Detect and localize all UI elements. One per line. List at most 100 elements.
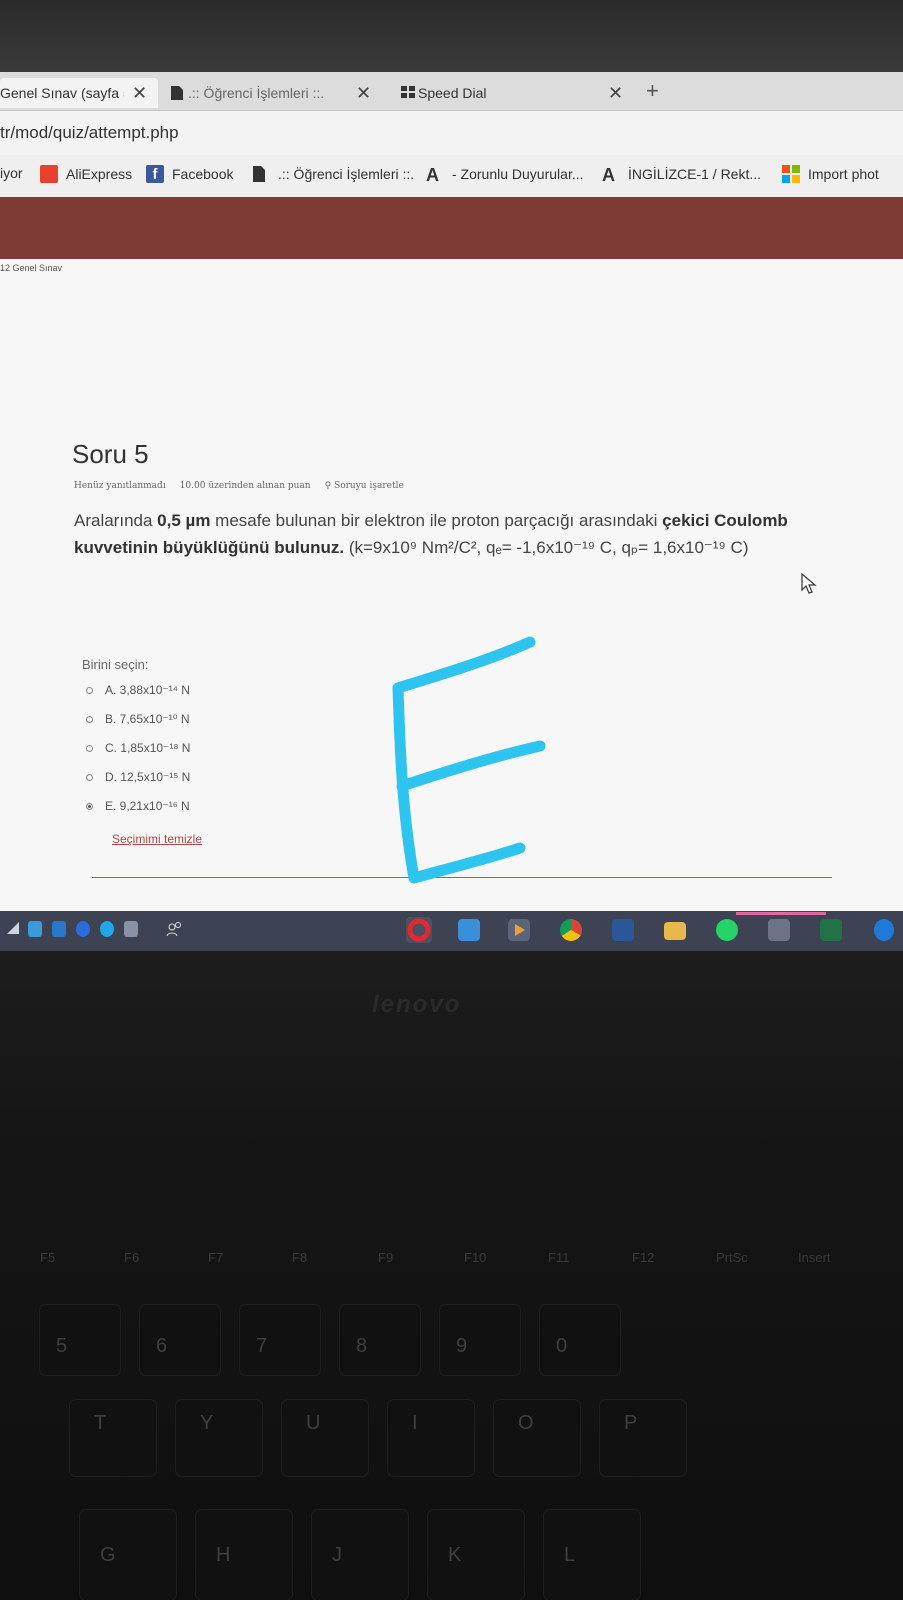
key-f6: F6 — [124, 1250, 140, 1265]
excel-icon[interactable] — [820, 919, 842, 941]
key-f12: F12 — [632, 1250, 655, 1265]
chrome-icon[interactable] — [560, 919, 582, 941]
key-prtsc: PrtSc — [716, 1250, 748, 1265]
url-text: tr/mod/quiz/attempt.php — [0, 123, 179, 142]
question-text: Aralarında 0,5 µm mesafe bulunan bir ele… — [74, 507, 844, 561]
option-b[interactable]: B. 7,65x10⁻¹⁰ N — [86, 712, 190, 726]
brand-logo: lenovo — [372, 991, 462, 1018]
bookmark-label: iyor — [0, 165, 23, 181]
opera-icon[interactable] — [406, 917, 432, 943]
bookmark-aliexpress[interactable]: AliExpress — [40, 165, 132, 183]
font-a-icon: A — [426, 165, 439, 185]
word-icon[interactable] — [612, 919, 634, 941]
folder-icon[interactable] — [664, 922, 686, 940]
media-icon[interactable] — [508, 919, 530, 941]
radio-button[interactable] — [86, 715, 93, 723]
key-k: K — [428, 1510, 524, 1600]
app-icon[interactable] — [124, 921, 138, 937]
close-icon[interactable]: ✕ — [608, 83, 623, 104]
bookmark-import[interactable]: Import phot — [782, 165, 879, 183]
bookmark-label: AliExpress — [66, 166, 133, 182]
clear-choice-link[interactable]: Seçimimi temizle — [112, 832, 202, 846]
edge-icon[interactable] — [874, 919, 894, 941]
document-icon — [252, 165, 270, 183]
whatsapp-icon[interactable] — [716, 919, 738, 941]
tab-student[interactable]: .:: Öğrenci İşlemleri ::. ✕ — [170, 78, 392, 108]
option-a[interactable]: A. 3,88x10⁻¹⁴ N — [86, 683, 190, 697]
tab-quiz[interactable]: Genel Sınav (sayfa 5 ✕ — [0, 78, 158, 108]
option-label: C. 1,85x10⁻¹⁸ N — [105, 741, 191, 755]
facebook-icon: f — [146, 165, 164, 183]
option-label: A. 3,88x10⁻¹⁴ N — [105, 683, 190, 697]
bookmark-student[interactable]: .:: Öğrenci İşlemleri ::. — [252, 165, 414, 183]
font-a-icon: A — [602, 165, 615, 185]
key-h: H — [196, 1510, 292, 1600]
mouse-cursor-icon — [801, 572, 817, 594]
key-f9: F9 — [378, 1250, 394, 1265]
bookmarks-bar: iyor AliExpress f Facebook .:: Öğrenci İ… — [0, 155, 903, 198]
app-icon[interactable] — [52, 921, 66, 937]
tab-label: Speed Dial — [418, 85, 487, 101]
option-label: E. 9,21x10⁻¹⁶ N — [105, 799, 190, 813]
option-c[interactable]: C. 1,85x10⁻¹⁸ N — [86, 741, 190, 755]
screen-bezel — [0, 0, 903, 72]
radio-button[interactable] — [86, 744, 93, 752]
bookmark-duyurular[interactable]: A - Zorunlu Duyurular... — [426, 165, 584, 185]
key-f10: F10 — [464, 1250, 487, 1265]
site-header — [0, 197, 903, 259]
key-f5: F5 — [40, 1250, 56, 1265]
app-icon[interactable] — [28, 921, 42, 937]
close-icon[interactable]: ✕ — [356, 83, 371, 104]
radio-button-selected[interactable] — [86, 802, 93, 810]
key-p: P — [600, 1400, 686, 1476]
bookmark-ingilizce[interactable]: A İNGİLİZCE-1 / Rekt... — [602, 165, 762, 185]
bookmark-facebook[interactable]: f Facebook — [146, 165, 233, 183]
key-9: 9 — [440, 1305, 520, 1375]
handwritten-e-annotation — [392, 636, 546, 884]
people-icon[interactable] — [166, 921, 181, 937]
radio-button[interactable] — [86, 686, 93, 694]
wps-icon[interactable] — [458, 919, 480, 941]
key-l: L — [544, 1510, 640, 1600]
choose-label: Birini seçin: — [82, 657, 149, 672]
radio-button[interactable] — [86, 773, 93, 781]
option-d[interactable]: D. 12,5x10⁻¹⁵ N — [86, 770, 190, 784]
tab-speed-dial[interactable]: Speed Dial ✕ — [400, 78, 638, 108]
address-bar[interactable]: tr/mod/quiz/attempt.php — [0, 111, 903, 155]
question-status: Henüz yanıtlanmadı — [74, 481, 166, 491]
key-insert: Insert — [798, 1250, 831, 1265]
option-label: D. 12,5x10⁻¹⁵ N — [105, 770, 191, 784]
store-icon[interactable] — [768, 919, 790, 941]
key-j: J — [312, 1510, 408, 1600]
flag-label: Soruyu işaretle — [334, 481, 404, 491]
bookmark-item[interactable]: iyor — [0, 165, 23, 181]
flag-question-link[interactable]: ⚲ Soruyu işaretle — [325, 481, 404, 491]
flag-icon: ⚲ — [324, 481, 335, 491]
question-title: Soru 5 — [72, 439, 149, 469]
new-tab-button[interactable]: + — [646, 78, 659, 104]
question-points: 10.00 üzerinden alınan puan — [179, 481, 311, 491]
wifi-icon[interactable] — [6, 921, 20, 937]
key-f7: F7 — [208, 1250, 224, 1265]
key-6: 6 — [140, 1305, 220, 1375]
breadcrumb[interactable]: 12 Genel Sınav — [0, 263, 62, 273]
bookmark-label: Import phot — [808, 166, 879, 182]
question-meta: Henüz yanıtlanmadı 10.00 üzerinden alına… — [74, 481, 404, 491]
close-icon[interactable]: ✕ — [132, 83, 147, 104]
key-g: G — [80, 1510, 176, 1600]
bluetooth-icon[interactable] — [76, 921, 90, 937]
question-constants: (k=9x10⁹ Nm²/C², qₑ= -1,6x10⁻¹⁹ C, qₚ= 1… — [344, 538, 749, 557]
option-e[interactable]: E. 9,21x10⁻¹⁶ N — [86, 799, 190, 813]
option-label: B. 7,65x10⁻¹⁰ N — [105, 712, 190, 726]
tab-label: Genel Sınav (sayfa 5 — [0, 85, 124, 101]
document-icon — [170, 85, 184, 101]
key-f8: F8 — [292, 1250, 308, 1265]
tab-label: .:: Öğrenci İşlemleri ::. — [188, 85, 325, 101]
skype-icon[interactable] — [100, 921, 114, 937]
bookmark-label: İNGİLİZCE-1 / Rekt... — [628, 166, 762, 182]
key-y: Y — [176, 1400, 262, 1476]
bookmark-label: .:: Öğrenci İşlemleri ::. — [278, 166, 415, 182]
bookmark-label: Facebook — [172, 166, 234, 182]
windows-icon — [782, 165, 800, 183]
key-i: I — [388, 1400, 474, 1476]
